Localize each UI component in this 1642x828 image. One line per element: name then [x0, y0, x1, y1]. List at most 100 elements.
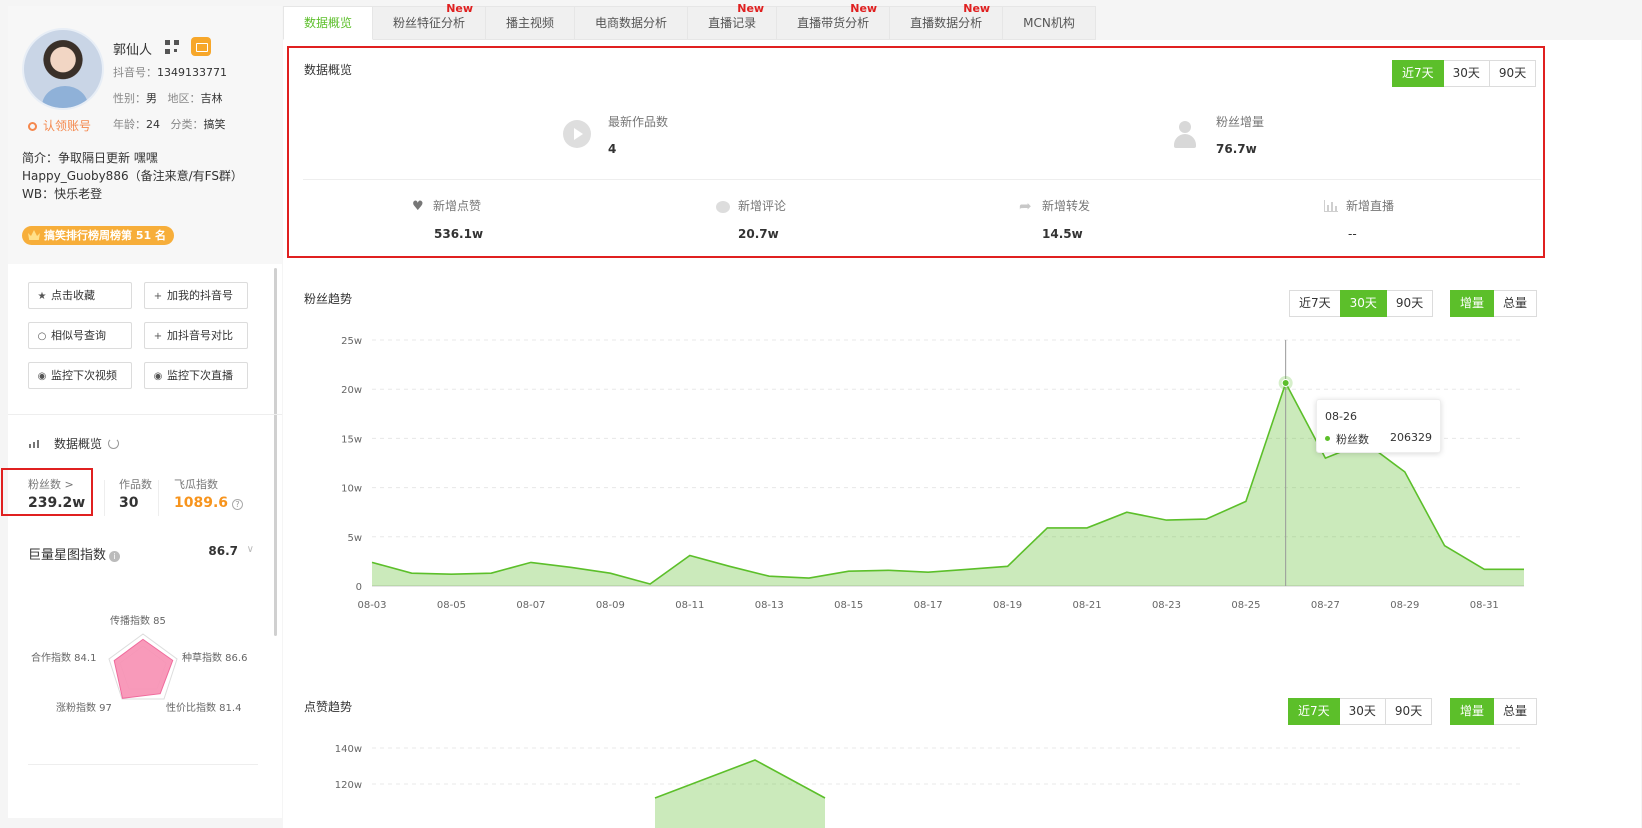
eye-icon: ◉: [37, 371, 47, 382]
feigua-value: 1089.6?: [174, 495, 244, 511]
likes-trend-chart[interactable]: 120w 140w: [300, 738, 1540, 828]
tab-overview[interactable]: 数据概览: [283, 6, 374, 40]
info-icon[interactable]: i: [109, 551, 121, 562]
radar-chart: [108, 633, 178, 700]
add-compare-button[interactable]: + 加抖音号对比: [144, 322, 248, 349]
tab-live-sales[interactable]: 直播带货分析 New: [777, 2, 891, 40]
favorite-button[interactable]: ★ 点击收藏: [28, 282, 132, 309]
total-button[interactable]: 总量: [1493, 698, 1538, 725]
tab-fans-analysis[interactable]: 粉丝特征分析 New: [373, 2, 487, 40]
help-icon[interactable]: ?: [232, 499, 244, 510]
tooltip-value: 206329: [1390, 431, 1432, 444]
x-tick-label: 08-29: [1390, 600, 1419, 611]
x-tick-label: 08-11: [675, 600, 704, 611]
tab-mcn[interactable]: MCN机构: [1003, 6, 1096, 40]
add-my-account-button[interactable]: + 加我的抖音号: [144, 282, 248, 309]
x-tick-label: 08-25: [1231, 600, 1260, 611]
radar-label-coop: 合作指数 84.1: [31, 653, 97, 664]
bio: 简介：争取隔日更新 嘿嘿 Happy_Guoby886（备注来意/有FS群） W…: [22, 149, 272, 203]
tab-ecommerce[interactable]: 电商数据分析: [575, 6, 689, 40]
star-index-value: 86.7: [208, 544, 238, 558]
x-tick-label: 08-19: [993, 600, 1022, 611]
radar-label-value: 性价比指数 81.4: [166, 703, 242, 714]
y-tick-label: 140w: [335, 744, 362, 755]
age-category: 年龄：24 分类：搞笑: [113, 118, 226, 131]
y-tick-label: 10w: [341, 484, 362, 495]
works-label: 作品数: [119, 478, 152, 491]
y-tick-label: 25w: [341, 336, 362, 347]
similar-search-button[interactable]: ○ 相似号查询: [28, 322, 132, 349]
works-value: 30: [119, 495, 139, 511]
range-7d-button[interactable]: 近7天: [1289, 290, 1341, 317]
divider: [104, 480, 105, 516]
new-badge: New: [737, 2, 765, 15]
x-tick-label: 08-07: [516, 600, 545, 611]
star-index-label: 巨量星图指数: [28, 548, 107, 563]
x-tick-label: 08-05: [437, 600, 466, 611]
bar-chart-icon: [28, 438, 42, 448]
range-90d-button[interactable]: 90天: [1385, 290, 1434, 317]
divider: [28, 764, 258, 765]
likes-mode-group: 增量 总量: [1450, 698, 1538, 725]
feigua-label: 飞瓜指数: [174, 478, 218, 491]
qrcode-icon[interactable]: [165, 40, 179, 54]
tab-live-data[interactable]: 直播数据分析 New: [890, 2, 1004, 40]
x-tick-label: 08-03: [357, 600, 386, 611]
y-tick-label: 15w: [341, 434, 362, 445]
shop-icon[interactable]: [191, 37, 211, 56]
bio-line: WB：快乐老登: [22, 187, 103, 201]
tooltip-series: 粉丝数: [1325, 431, 1369, 447]
tab-videos[interactable]: 播主视频: [486, 6, 576, 40]
highlight-box-fans: [1, 468, 93, 516]
x-tick-label: 08-23: [1152, 600, 1181, 611]
works-stat: 作品数 30: [119, 476, 152, 511]
tab-live-records[interactable]: 直播记录 New: [688, 2, 778, 40]
x-tick-label: 08-21: [1073, 600, 1102, 611]
chevron-down-icon[interactable]: ∨: [247, 544, 254, 555]
radar-label-growth: 涨粉指数 97: [56, 703, 112, 714]
x-tick-label: 08-15: [834, 600, 863, 611]
x-tick-label: 08-17: [914, 600, 943, 611]
increment-button[interactable]: 增量: [1450, 698, 1495, 725]
y-tick-label: 20w: [341, 385, 362, 396]
x-tick-label: 08-09: [596, 600, 625, 611]
plus-icon: +: [153, 291, 163, 302]
left-scrollbar[interactable]: [274, 268, 277, 636]
y-tick-label: 5w: [347, 533, 362, 544]
radar-label-spread: 传播指数 85: [110, 616, 166, 627]
plus-icon: +: [153, 331, 163, 342]
feigua-stat: 飞瓜指数 1089.6?: [174, 476, 244, 511]
increment-button[interactable]: 增量: [1450, 290, 1495, 317]
account-name: 郭仙人: [113, 43, 153, 58]
likes-trend-title: 点赞趋势: [304, 700, 353, 714]
refresh-icon[interactable]: [108, 438, 120, 449]
star-icon: ★: [37, 291, 47, 302]
page: 郭仙人 抖音号：1349133771 性别：男 地区：吉林 年龄：24 分类：搞…: [0, 0, 1642, 828]
range-7d-button[interactable]: 近7天: [1392, 60, 1444, 87]
tab-bar: 数据概览 粉丝特征分析 New 播主视频 电商数据分析 直播记录 New 直播带货分…: [283, 2, 1096, 40]
avatar[interactable]: [22, 28, 104, 110]
fans-mode-group: 增量 总量: [1450, 290, 1538, 317]
left-panel: 郭仙人 抖音号：1349133771 性别：男 地区：吉林 年龄：24 分类：搞…: [8, 6, 282, 818]
total-button[interactable]: 总量: [1493, 290, 1538, 317]
range-90d-button[interactable]: 90天: [1384, 698, 1433, 725]
bio-line: 简介：争取隔日更新 嘿嘿: [22, 151, 158, 165]
likes-range-group: 近7天 30天 90天: [1288, 698, 1433, 725]
rank-badge[interactable]: 搞笑排行榜周榜第 51 名: [22, 226, 174, 245]
radar-label-grass: 种草指数 86.6: [182, 653, 248, 664]
highlight-box-overview: [287, 46, 1545, 258]
claim-account-link[interactable]: 认领账号: [28, 117, 91, 134]
fans-trend-chart[interactable]: 0 5w 10w 15w 20w 25w 08-03 08-05 08-07 08-09 08-11…: [300, 330, 1540, 620]
monitor-video-button[interactable]: ◉ 监控下次视频: [28, 362, 132, 389]
monitor-live-button[interactable]: ◉ 监控下次直播: [144, 362, 248, 389]
range-7d-button[interactable]: 近7天: [1288, 698, 1340, 725]
star-index-row[interactable]: 巨量星图指数 i 86.7 ∨: [28, 544, 258, 563]
divider: [8, 414, 282, 415]
chart-tooltip: 08-26 粉丝数 206329: [1316, 399, 1441, 453]
left-overview-heading: 数据概览: [28, 435, 120, 452]
new-badge: New: [850, 2, 878, 15]
range-30d-button[interactable]: 30天: [1338, 698, 1386, 725]
range-30d-button[interactable]: 30天: [1339, 290, 1387, 317]
x-tick-label: 08-31: [1470, 600, 1499, 611]
douyin-id: 抖音号：1349133771: [113, 66, 227, 79]
